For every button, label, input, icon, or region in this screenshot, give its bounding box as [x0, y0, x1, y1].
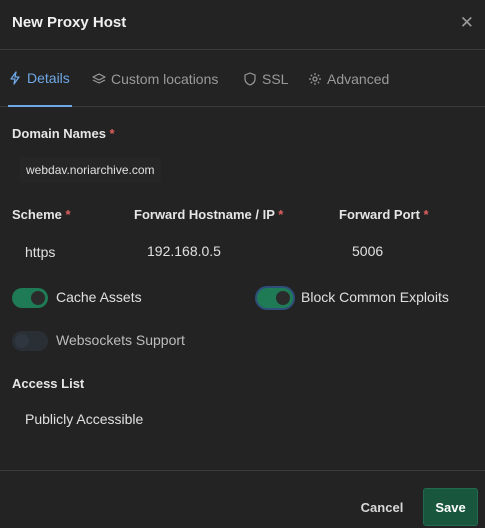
- tab-custom-locations-label: Custom locations: [111, 71, 219, 87]
- tab-ssl-label: SSL: [262, 71, 289, 87]
- cache-assets-toggle[interactable]: [12, 288, 48, 308]
- access-list-label: Access List: [12, 376, 85, 391]
- scheme-label-text: Scheme: [12, 207, 62, 222]
- required-mark: *: [65, 207, 71, 222]
- save-button[interactable]: Save: [423, 488, 478, 526]
- modal-title: New Proxy Host: [12, 14, 127, 31]
- block-common-exploits-toggle[interactable]: [257, 288, 293, 308]
- domain-names-label-text: Domain Names: [12, 126, 106, 141]
- modal-header: New Proxy Host ✕: [0, 0, 485, 50]
- forward-hostname-input[interactable]: 192.168.0.5: [147, 243, 221, 259]
- cache-assets-label: Cache Assets: [56, 289, 142, 305]
- tab-ssl[interactable]: SSL: [243, 51, 288, 107]
- required-mark: *: [423, 207, 429, 222]
- tab-details[interactable]: Details: [8, 51, 72, 107]
- websockets-support-toggle[interactable]: [12, 331, 48, 351]
- modal-footer: Cancel Save: [0, 470, 485, 528]
- tab-bar: Details Custom locations SSL Advanced: [0, 51, 485, 107]
- block-common-exploits-label: Block Common Exploits: [301, 289, 449, 305]
- forward-hostname-label-text: Forward Hostname / IP: [134, 207, 275, 222]
- tab-details-label: Details: [27, 70, 70, 86]
- forward-port-input[interactable]: 5006: [352, 243, 383, 259]
- toggle-knob: [15, 334, 29, 348]
- websockets-support-label: Websockets Support: [56, 332, 185, 348]
- tab-custom-locations[interactable]: Custom locations: [92, 51, 218, 107]
- gear-icon: [308, 72, 322, 86]
- scheme-select[interactable]: https: [25, 244, 55, 260]
- forward-port-label-text: Forward Port: [339, 207, 420, 222]
- domain-names-label: Domain Names *: [12, 126, 115, 141]
- tab-advanced-label: Advanced: [327, 71, 390, 87]
- close-icon[interactable]: ✕: [460, 13, 474, 33]
- layers-icon: [92, 72, 106, 86]
- tab-advanced[interactable]: Advanced: [308, 51, 389, 107]
- domain-names-input[interactable]: webdav.noriarchive.com: [20, 157, 161, 183]
- cancel-button[interactable]: Cancel: [352, 498, 412, 516]
- forward-hostname-label: Forward Hostname / IP *: [134, 207, 283, 222]
- shield-icon: [243, 72, 257, 86]
- domain-name-value: webdav.noriarchive.com: [26, 163, 155, 177]
- forward-port-label: Forward Port *: [339, 207, 429, 222]
- scheme-label: Scheme *: [12, 207, 71, 222]
- bolt-icon: [8, 71, 22, 85]
- required-mark: *: [278, 207, 284, 222]
- required-mark: *: [109, 126, 115, 141]
- toggle-knob: [31, 291, 45, 305]
- access-list-select[interactable]: Publicly Accessible: [25, 411, 143, 427]
- toggle-knob: [276, 291, 290, 305]
